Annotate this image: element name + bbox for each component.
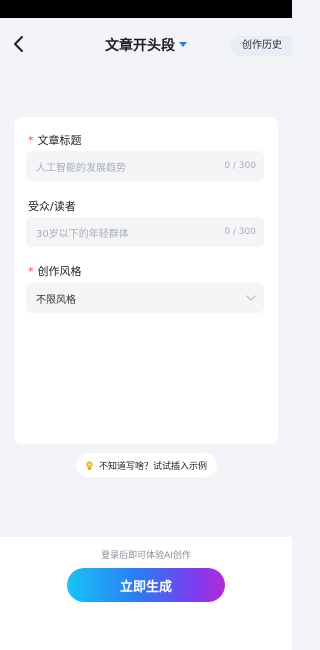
lightbulb-icon [86, 460, 93, 470]
required-mark: * [28, 264, 34, 278]
audience-input-counter: 0 / 300 [224, 227, 256, 237]
audience-input[interactable]: 30岁以下的年轻群体 0 / 300 [26, 217, 264, 247]
generate-button[interactable]: 立即生成 [67, 568, 225, 602]
history-button[interactable]: 创作历史 [230, 36, 292, 56]
chevron-down-icon [246, 295, 256, 301]
required-mark: * [28, 133, 34, 147]
nav-bar: 文章开头段 创作历史 [0, 22, 292, 68]
insert-example-button[interactable]: 不知道写啥？试试插入示例 [76, 453, 218, 477]
style-select[interactable]: 不限风格 [26, 283, 264, 313]
title-input-counter: 0 / 300 [224, 161, 256, 171]
title-input[interactable]: 人工智能的发展趋势 0 / 300 [26, 151, 264, 181]
insert-example-label: 不知道写啥？试试插入示例 [99, 461, 208, 472]
style-select-value: 不限风格 [36, 294, 76, 306]
title-input-placeholder: 人工智能的发展趋势 [36, 162, 126, 174]
style-field-label: * 创作风格 [28, 264, 82, 279]
audience-input-placeholder: 30岁以下的年轻群体 [36, 228, 129, 240]
login-tip: 登录后即可体验AI创作 [101, 551, 191, 561]
back-arrow-icon[interactable] [10, 34, 30, 54]
title-dropdown[interactable]: 文章开头段 [105, 35, 187, 55]
page-title: 文章开头段 [105, 38, 175, 54]
caret-down-icon [179, 42, 187, 47]
audience-field-label: 受众/读者 [28, 200, 76, 213]
form-card: * 文章标题 人工智能的发展趋势 0 / 300 受众/读者 30岁以下的年轻群… [14, 117, 278, 444]
status-bar [0, 0, 292, 18]
title-field-label: * 文章标题 [28, 133, 82, 148]
